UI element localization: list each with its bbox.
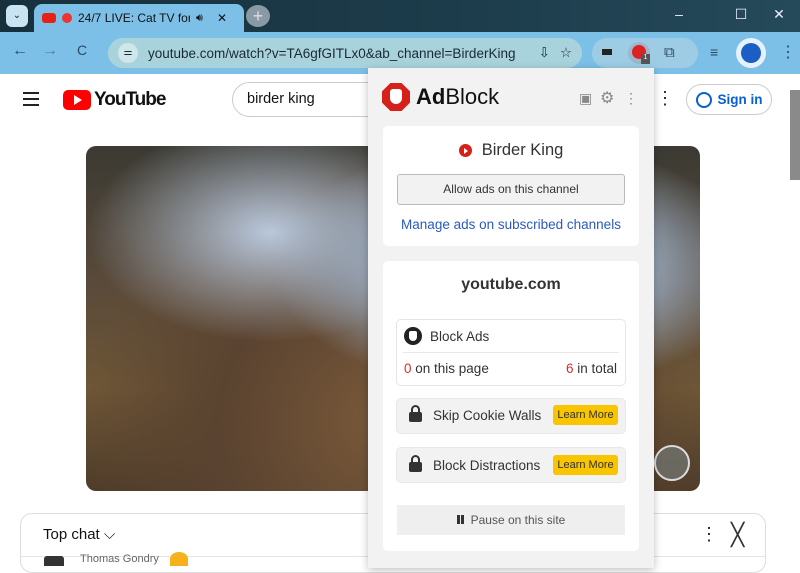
learn-more-button[interactable]: Learn More — [553, 405, 618, 425]
channel-label: Birder King — [481, 141, 564, 159]
active-tab[interactable]: 24/7 LIVE: Cat TV for Ca 🔊︎ ✕ — [34, 4, 244, 32]
maximize-button[interactable]: ☐ — [726, 6, 756, 23]
tab-search-button[interactable]: ⌄ — [6, 5, 28, 27]
address-bar[interactable]: ⚌ youtube.com/watch?v=TA6gfGITLx0&ab_cha… — [108, 38, 582, 68]
user-icon — [695, 91, 712, 108]
speaker-icon[interactable]: 🔊︎ — [196, 12, 203, 25]
block-hand-icon — [404, 327, 422, 345]
install-icon[interactable]: ⇩ — [539, 45, 550, 61]
youtube-favicon-icon — [42, 13, 56, 23]
ads-in-total: 6 in total — [566, 361, 617, 376]
ads-on-page: 0 on this page — [404, 361, 489, 376]
browser-menu-icon[interactable]: ⋮ — [780, 42, 796, 62]
popup-menu-icon[interactable]: ⋮ — [624, 90, 638, 107]
total-label: in total — [573, 361, 618, 376]
block-distractions-label: Block Distractions — [433, 458, 541, 473]
tab-close-icon[interactable]: ✕ — [217, 11, 227, 25]
profile-avatar[interactable] — [736, 38, 766, 68]
media-control-icon[interactable]: ≡ — [710, 44, 718, 60]
youtube-channel-icon — [458, 144, 472, 157]
youtube-play-icon — [63, 90, 91, 110]
pause-label: Pause on this site — [470, 513, 566, 527]
back-button[interactable]: ← — [12, 42, 28, 60]
lock-icon — [409, 405, 422, 422]
skip-cookie-walls-label: Skip Cookie Walls — [433, 408, 542, 423]
adblock-badge: 1 — [641, 54, 650, 64]
settings-gear-icon[interactable]: ⚙ — [600, 88, 614, 108]
tab-title: 24/7 LIVE: Cat TV for Ca — [78, 11, 190, 25]
on-page-label: on this page — [411, 361, 489, 376]
divider — [403, 352, 619, 353]
on-page-count: 0 — [404, 361, 412, 376]
adblock-extension-icon[interactable]: 1 — [628, 42, 650, 64]
learn-more-button[interactable]: Learn More — [553, 455, 618, 475]
reload-button[interactable]: C — [77, 42, 87, 58]
pause-icon — [456, 515, 464, 524]
more-options-icon[interactable]: ⋮ — [656, 88, 674, 109]
channel-name: Birder King — [383, 141, 639, 160]
extension-icon[interactable] — [602, 49, 612, 55]
adblock-hand-icon — [382, 83, 410, 111]
top-chat-dropdown[interactable]: Top chat ⌵ — [43, 526, 115, 543]
allow-ads-channel-button[interactable]: Allow ads on this channel — [397, 174, 625, 205]
close-window-button[interactable]: ✕ — [764, 6, 794, 23]
minimize-button[interactable]: – — [664, 6, 694, 22]
puzzle-extensions-icon[interactable]: ⧉ — [664, 44, 675, 61]
chat-close-icon[interactable]: ╳ — [731, 522, 744, 548]
chat-more-icon[interactable]: ⋮ — [700, 524, 718, 545]
youtube-logo[interactable]: YouTube — [63, 89, 166, 111]
site-domain: youtube.com — [461, 276, 561, 293]
site-info-icon[interactable]: ⚌ — [118, 43, 138, 63]
help-icon[interactable]: ▣ — [579, 90, 592, 107]
channel-watermark-button[interactable] — [654, 445, 690, 481]
block-ads-label: Block Ads — [430, 329, 490, 344]
new-tab-button[interactable]: + — [246, 5, 270, 27]
youtube-logo-text: YouTube — [94, 89, 166, 110]
chat-username: Thomas Gondry — [80, 553, 159, 565]
adblock-logo: AdBlock — [382, 83, 499, 111]
hamburger-menu-icon[interactable] — [23, 92, 39, 106]
url-text: youtube.com/watch?v=TA6gfGITLx0&ab_chann… — [148, 45, 516, 61]
total-count: 6 — [566, 361, 574, 376]
chat-avatar — [44, 556, 64, 566]
lock-icon — [409, 455, 422, 472]
brand-bold: Ad — [416, 84, 446, 109]
forward-button[interactable]: → — [42, 42, 58, 60]
pause-on-site-button[interactable]: Pause on this site — [397, 505, 625, 535]
scrollbar[interactable] — [790, 90, 800, 180]
live-recording-icon — [62, 13, 72, 23]
bookmark-star-icon[interactable]: ☆ — [560, 45, 572, 61]
sign-in-label: Sign in — [717, 92, 763, 107]
manage-subscribed-channels-link[interactable]: Manage ads on subscribed channels — [383, 217, 639, 232]
brand-rest: Block — [445, 84, 500, 109]
sign-in-button[interactable]: Sign in — [686, 84, 772, 115]
